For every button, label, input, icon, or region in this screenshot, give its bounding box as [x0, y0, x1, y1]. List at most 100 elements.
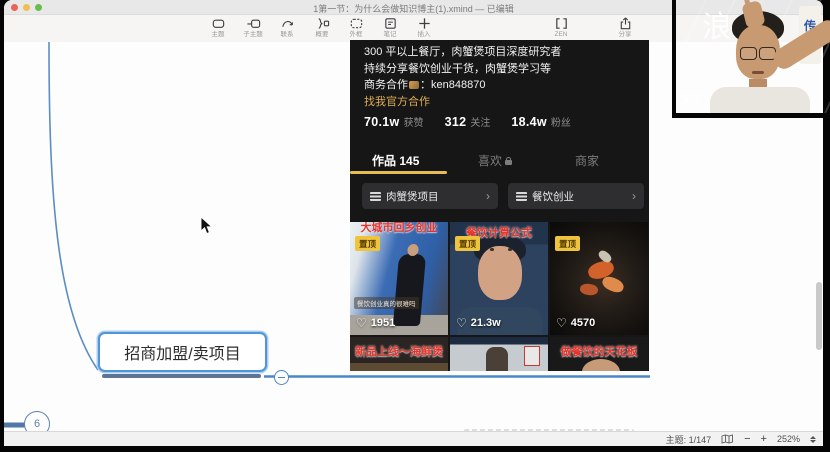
fans-stat: 18.4w粉丝: [511, 114, 571, 129]
stepper-up-icon: [810, 436, 816, 439]
tool-label: 主题: [201, 31, 235, 38]
zoom-stepper[interactable]: [810, 436, 816, 443]
bio-line-1: 300 平以上餐厅，肉蟹煲项目深度研究者: [364, 44, 561, 61]
video-thumb-1: 大城市回乡创业 置顶 餐饮创业真的很难吗 ♡1951: [350, 222, 448, 335]
boundary-icon: [349, 16, 364, 31]
heart-icon: ♡: [456, 316, 467, 330]
video-grid-row1: 大城市回乡创业 置顶 餐饮创业真的很难吗 ♡1951 餐饮计算公式 置顶 ♡21…: [350, 222, 648, 335]
person-eye: [508, 248, 512, 251]
banner-calligraphy: 浪: [702, 2, 732, 46]
video-thumb-4: 新品上线～海鲜煲: [350, 337, 448, 371]
zoom-level[interactable]: 252%: [777, 434, 800, 444]
video-title: 做餐饮的天花板: [550, 343, 648, 359]
like-count: ♡21.3w: [456, 316, 501, 330]
pinned-badge: 置顶: [455, 236, 480, 251]
topic-counter: 主题: 1/147: [666, 433, 712, 446]
webcam-overlay: 浪 传 媒 天下 音: [672, 0, 830, 118]
video-caption: 餐饮创业真的很难吗: [354, 297, 419, 309]
note-button[interactable]: 笔记: [373, 16, 407, 38]
chevron-right-icon: ›: [632, 189, 636, 203]
profile-tabs: 作品 145 喜欢 商家: [350, 148, 649, 176]
video-thumb-3: 置顶 ♡4570: [550, 222, 648, 335]
zoom-in-button[interactable]: +: [761, 435, 767, 444]
likes-stat: 70.1w获赞: [364, 114, 424, 129]
share-icon: [618, 16, 633, 31]
bio-line-2: 持续分享餐饮创业干货，肉蟹煲学习等: [364, 61, 561, 78]
tool-label: 联系: [270, 31, 304, 38]
zen-mode-button[interactable]: ZEN: [541, 16, 581, 38]
like-count: ♡1951: [356, 316, 395, 330]
insert-button[interactable]: 插入: [407, 16, 441, 38]
node-label: 招商加盟/卖项目: [124, 340, 240, 364]
presenter-shirt: [710, 87, 810, 113]
map-overview-icon[interactable]: [721, 434, 734, 444]
video-thumb-5: [450, 337, 548, 371]
tool-label: 概要: [305, 31, 339, 38]
official-cooperation-link: 找我官方合作: [364, 94, 561, 111]
person-eye: [490, 248, 494, 251]
note-icon: [383, 16, 398, 31]
playlist-stack-icon: [370, 192, 381, 201]
tool-label: 分享: [605, 31, 645, 38]
subtopic-icon: [246, 16, 261, 31]
video-thumb-2: 餐饮计算公式 置顶 ♡21.3w: [450, 222, 548, 335]
topic-icon: [211, 16, 226, 31]
like-count: ♡4570: [556, 316, 595, 330]
playlist-stack-icon: [516, 192, 527, 201]
relationship-icon: [280, 16, 295, 31]
person-head: [582, 359, 620, 371]
following-stat: 312关注: [445, 114, 491, 129]
boundary-button[interactable]: 外框: [339, 16, 373, 38]
summary-button[interactable]: 概要: [305, 16, 339, 38]
summary-icon: [315, 16, 330, 31]
topic-button[interactable]: 主题: [201, 16, 235, 38]
tool-label: 外框: [339, 31, 373, 38]
node-underline: [102, 374, 261, 379]
lock-icon: [505, 160, 512, 165]
mindmap-node[interactable]: 招商加盟/卖项目: [98, 332, 267, 372]
share-button[interactable]: 分享: [605, 16, 645, 38]
presenter-glasses: [739, 47, 777, 59]
active-tab-underline: [350, 171, 447, 174]
pinned-badge: 置顶: [555, 236, 580, 251]
subtopic-button[interactable]: 子主题: [236, 16, 270, 38]
zen-icon: [554, 16, 569, 31]
branch-collapse-toggle[interactable]: [274, 370, 289, 385]
douyin-profile-image[interactable]: 300 平以上餐厅，肉蟹煲项目深度研究者 持续分享餐饮创业干货，肉蟹煲学习等 商…: [350, 40, 649, 371]
person-face: [478, 246, 522, 300]
video-thumb-6: 做餐饮的天花板: [550, 337, 648, 371]
heart-icon: ♡: [556, 316, 567, 330]
wechat-contact-icon: [409, 81, 419, 89]
crab-piece: [600, 274, 625, 295]
crab-piece: [579, 283, 598, 296]
tab-shop: 商家: [575, 152, 599, 169]
collection-buttons: 肉蟹煲项目 › 餐饮创业 ›: [362, 183, 644, 209]
relationship-button[interactable]: 联系: [270, 16, 304, 38]
stepper-down-icon: [810, 440, 816, 443]
mouse-cursor: [200, 216, 213, 235]
tab-likes: 喜欢: [478, 152, 512, 169]
heart-icon: ♡: [356, 316, 367, 330]
tool-label: 插入: [407, 31, 441, 38]
tool-label: 笔记: [373, 31, 407, 38]
profile-stats: 70.1w获赞 312关注 18.4w粉丝: [364, 114, 592, 129]
collection-roucrab: 肉蟹煲项目 ›: [362, 183, 498, 209]
tool-label: 子主题: [236, 31, 270, 38]
storefront-sign: [524, 346, 540, 366]
tool-label: ZEN: [541, 31, 581, 38]
insert-icon: [417, 16, 432, 31]
status-bar: 主题: 1/147 − + 252%: [4, 431, 823, 446]
chevron-right-icon: ›: [486, 189, 490, 203]
video-title: 新品上线～海鲜煲: [350, 343, 448, 359]
video-title: 大城市回乡创业: [350, 222, 448, 235]
video-grid-row2: 新品上线～海鲜煲 做餐饮的天花板: [350, 337, 648, 371]
banner-text-left: 天下: [681, 91, 703, 107]
collapsed-count: 6: [34, 418, 40, 430]
bio-line-3: 商务合作：ken848870: [364, 77, 561, 94]
pinned-badge: 置顶: [355, 236, 380, 251]
presenter-mouth: [752, 71, 764, 74]
person-figure: [486, 347, 508, 371]
zoom-out-button[interactable]: −: [744, 435, 750, 444]
collection-catering: 餐饮创业 ›: [508, 183, 644, 209]
vertical-scrollbar-thumb[interactable]: [816, 282, 822, 350]
